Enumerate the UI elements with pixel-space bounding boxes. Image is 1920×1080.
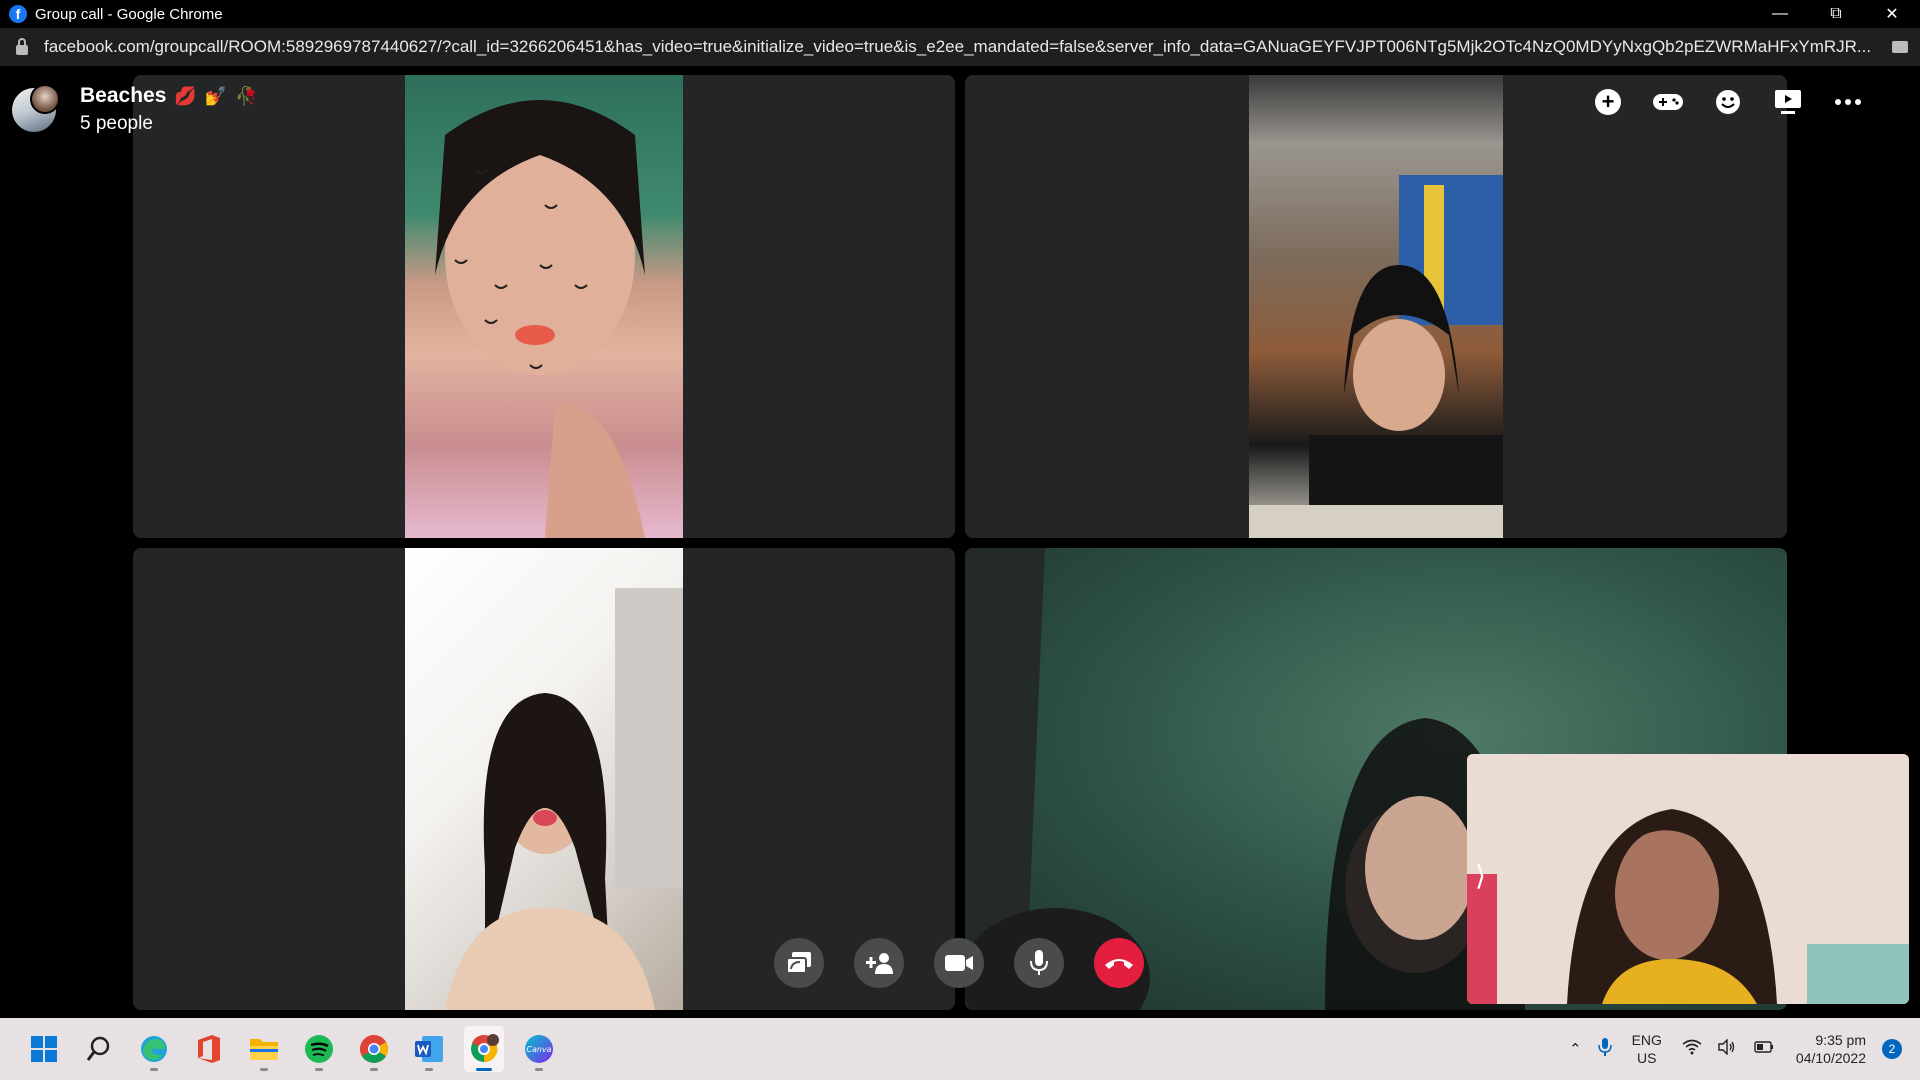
chrome-icon: [360, 1035, 388, 1063]
start-button[interactable]: [24, 1026, 64, 1072]
chevron-up-icon[interactable]: ⌃: [1569, 1040, 1582, 1058]
add-icon[interactable]: +: [1588, 82, 1628, 122]
title-bar: f Group call - Google Chrome — ⧉ ✕: [0, 0, 1920, 28]
folder-icon: [250, 1039, 278, 1060]
canva-icon: Canva: [525, 1035, 553, 1063]
close-button[interactable]: ✕: [1864, 0, 1920, 28]
add-person-button[interactable]: [854, 938, 904, 988]
chrome-profile-icon: [471, 1034, 499, 1063]
camera-in-use-icon[interactable]: [1892, 41, 1908, 53]
end-call-button[interactable]: [1094, 938, 1144, 988]
spotify-app[interactable]: [299, 1026, 339, 1072]
office-app[interactable]: [189, 1026, 229, 1072]
microphone-icon: [1030, 950, 1048, 975]
nail-polish-emoji: 💅: [204, 85, 228, 106]
wifi-icon[interactable]: [1682, 1039, 1702, 1059]
system-tray: ⌃ ENG US 9:35 pm 04/10/2022 2: [1561, 1018, 1902, 1080]
canva-app[interactable]: Canva: [519, 1026, 559, 1072]
group-avatar[interactable]: [12, 84, 60, 132]
lips-emoji: 💋: [174, 85, 197, 106]
battery-icon[interactable]: [1752, 1040, 1774, 1058]
word-app[interactable]: [409, 1026, 449, 1072]
minimize-button[interactable]: —: [1752, 0, 1808, 28]
lock-icon[interactable]: [16, 37, 28, 55]
participant-tile[interactable]: [965, 75, 1787, 538]
search-icon: [86, 1036, 110, 1061]
word-icon: [415, 1036, 443, 1062]
language-text: ENG: [1631, 1032, 1662, 1048]
participant-video: [405, 75, 683, 538]
windows-icon: [31, 1036, 57, 1062]
add-person-icon: [866, 953, 893, 974]
chevron-right-icon[interactable]: ⟩: [1475, 859, 1486, 892]
participant-tile[interactable]: [133, 75, 955, 538]
participant-video: [405, 548, 683, 1010]
group-name[interactable]: Beaches: [80, 84, 166, 108]
share-screen-button[interactable]: [774, 938, 824, 988]
emoji-icon[interactable]: [1708, 82, 1748, 122]
edge-icon: [141, 1036, 167, 1062]
file-explorer-app[interactable]: [244, 1026, 284, 1072]
clock[interactable]: 9:35 pm 04/10/2022: [1796, 1031, 1866, 1067]
microphone-tray-icon[interactable]: [1597, 1037, 1612, 1061]
restore-button[interactable]: ⧉: [1808, 0, 1864, 28]
group-header: Beaches 💋 💅 🥀 5 people: [12, 84, 258, 135]
wilted-rose-emoji: 🥀: [235, 85, 258, 106]
end-call-icon: [1105, 959, 1133, 969]
date-text: 04/10/2022: [1795, 1050, 1866, 1066]
office-icon: [198, 1035, 220, 1063]
search-button[interactable]: [79, 1026, 119, 1072]
language-indicator[interactable]: ENG US: [1632, 1031, 1662, 1067]
microphone-button[interactable]: [1014, 938, 1064, 988]
self-video: [1467, 754, 1909, 1004]
game-controller-icon[interactable]: [1648, 82, 1688, 122]
svg-text:Canva: Canva: [526, 1045, 551, 1054]
spotify-icon: [305, 1035, 333, 1063]
notification-badge[interactable]: 2: [1882, 1039, 1902, 1059]
share-screen-icon: [786, 952, 811, 974]
participant-video: [1249, 75, 1503, 538]
time-text: 9:35 pm: [1815, 1032, 1866, 1048]
chrome-profile-app[interactable]: [464, 1026, 504, 1072]
participant-count: 5 people: [80, 113, 153, 134]
chrome-app[interactable]: [354, 1026, 394, 1072]
video-camera-icon: [945, 955, 973, 971]
edge-app[interactable]: [134, 1026, 174, 1072]
url-text[interactable]: facebook.com/groupcall/ROOM:589296978744…: [44, 37, 1879, 57]
self-view[interactable]: ⟩: [1467, 754, 1909, 1004]
window-title: Group call - Google Chrome: [35, 5, 223, 23]
call-controls: [774, 938, 1144, 988]
region-text: US: [1637, 1050, 1657, 1066]
more-icon[interactable]: [1828, 82, 1868, 122]
call-area: Beaches 💋 💅 🥀 5 people + ⟩: [0, 66, 1920, 1018]
volume-icon[interactable]: [1718, 1038, 1736, 1059]
facebook-favicon-icon: f: [9, 5, 27, 23]
taskbar: Canva ⌃ ENG US 9:35 pm 04/10/2022 2: [0, 1018, 1920, 1080]
address-bar[interactable]: facebook.com/groupcall/ROOM:589296978744…: [0, 28, 1920, 66]
call-top-actions: +: [1588, 82, 1868, 122]
screen-share-icon[interactable]: [1768, 82, 1808, 122]
video-camera-button[interactable]: [934, 938, 984, 988]
